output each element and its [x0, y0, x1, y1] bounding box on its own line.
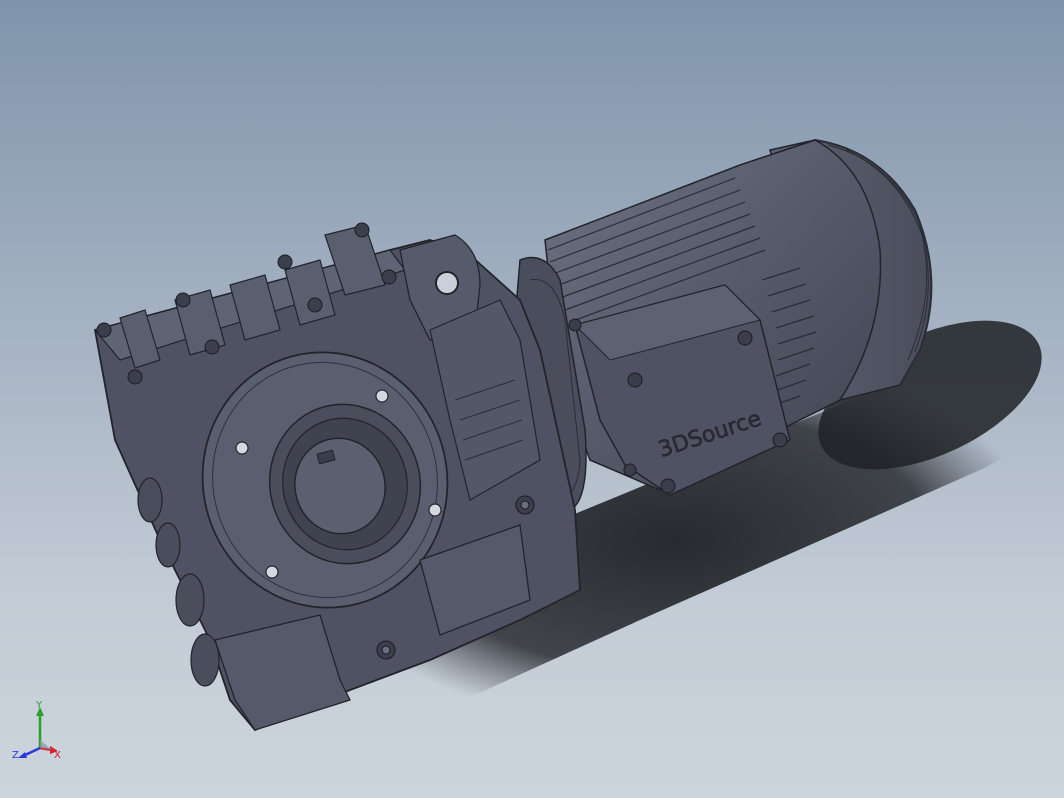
y-axis-label: Y — [35, 700, 43, 711]
3d-model-view[interactable]: 3DSource — [0, 0, 1064, 798]
mounting-hole — [435, 271, 459, 295]
x-axis-label: X — [54, 750, 61, 761]
z-axis-arrow — [18, 752, 27, 758]
graphics-viewport[interactable]: 3DSource Y Z X — [0, 0, 1064, 798]
z-axis-label: Z — [12, 750, 19, 761]
orientation-triad[interactable]: Y Z X — [10, 700, 70, 764]
